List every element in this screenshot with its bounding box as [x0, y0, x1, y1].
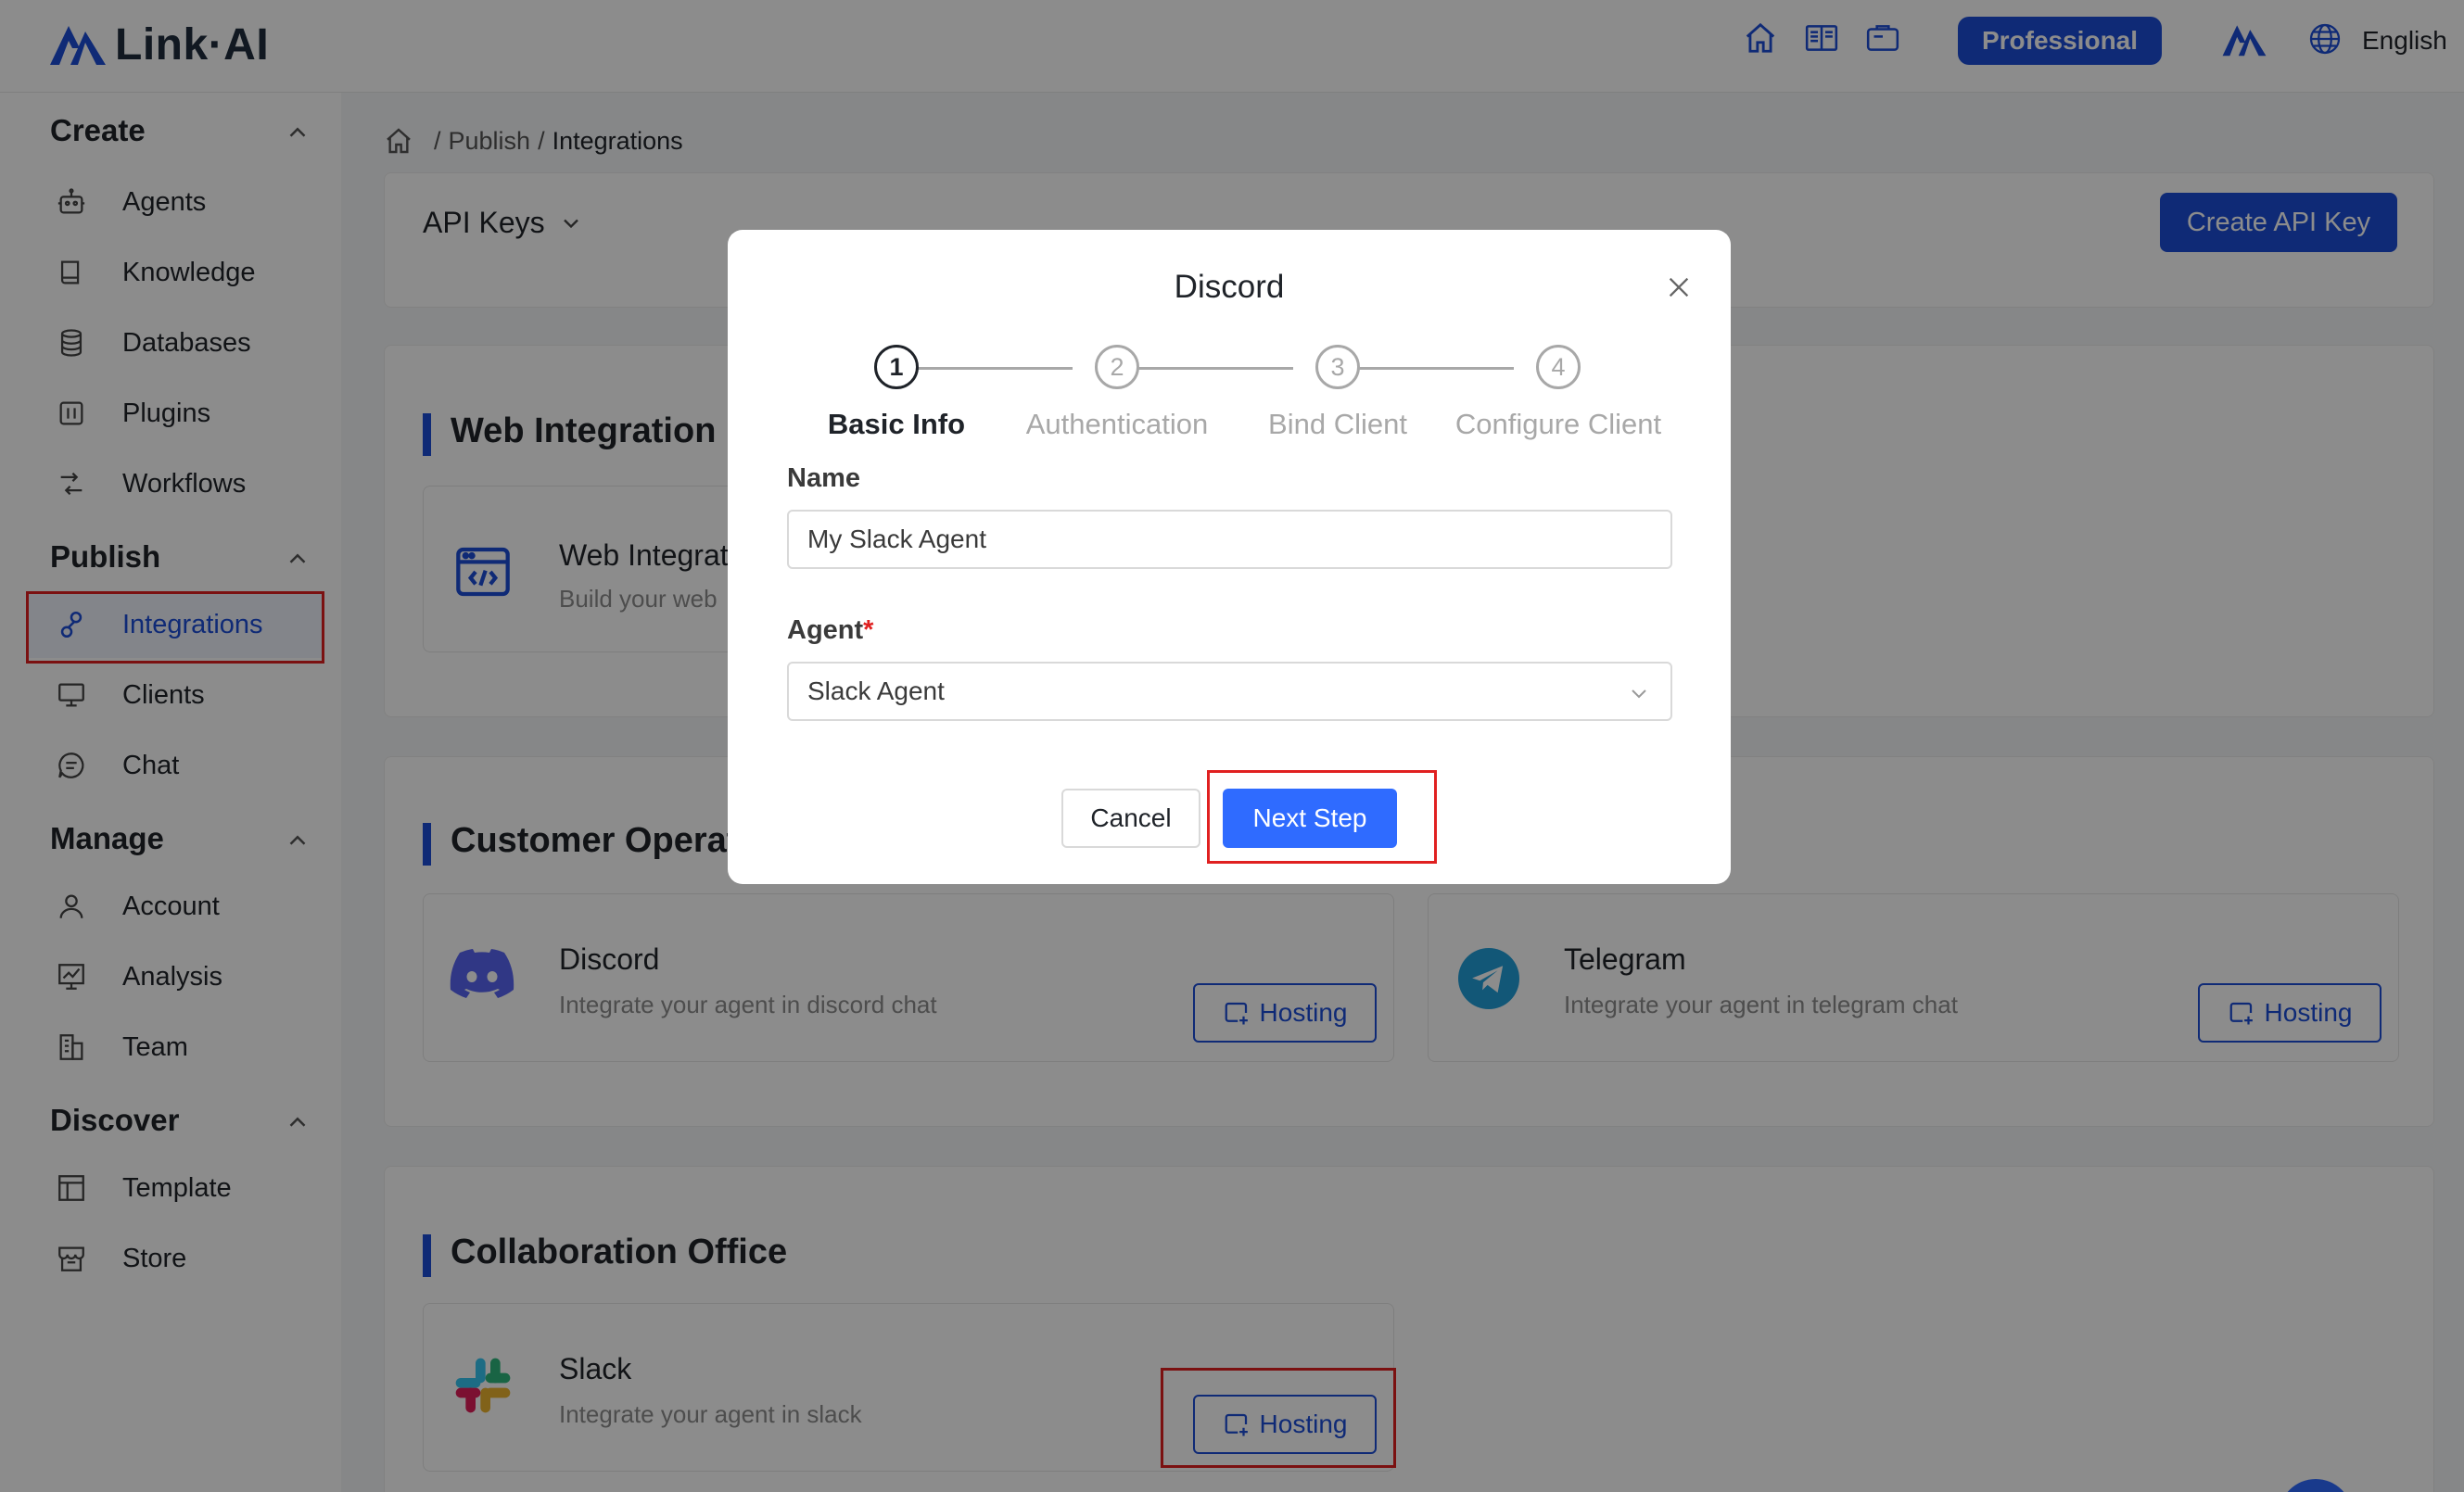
step-1-label: Basic Info: [827, 408, 966, 440]
agent-label-text: Agent: [787, 615, 864, 645]
agent-select-value: Slack Agent: [807, 676, 945, 705]
required-marker: *: [863, 615, 874, 645]
step-connector: [1117, 367, 1293, 370]
agent-field-label: Agent*: [787, 615, 873, 646]
agent-select[interactable]: Slack Agent: [787, 662, 1672, 721]
step-4-label: Configure Client: [1454, 408, 1662, 440]
highlight-next-step: [1207, 770, 1437, 864]
name-input-value: My Slack Agent: [807, 525, 986, 553]
name-input[interactable]: My Slack Agent: [787, 510, 1672, 569]
cancel-button[interactable]: Cancel: [1061, 789, 1200, 848]
step-1-circle: 1: [874, 345, 919, 389]
step-3-label: Bind Client: [1268, 408, 1407, 440]
close-icon[interactable]: [1666, 274, 1692, 300]
name-field-label: Name: [787, 463, 860, 493]
step-connector: [896, 367, 1073, 370]
step-4-circle: 4: [1536, 345, 1581, 389]
chevron-down-icon: [1632, 689, 1646, 699]
step-3-circle: 3: [1315, 345, 1360, 389]
modal-title: Discord: [1174, 269, 1285, 305]
step-2-circle: 2: [1095, 345, 1139, 389]
step-connector: [1338, 367, 1514, 370]
step-2-label: Authentication: [1025, 408, 1209, 440]
